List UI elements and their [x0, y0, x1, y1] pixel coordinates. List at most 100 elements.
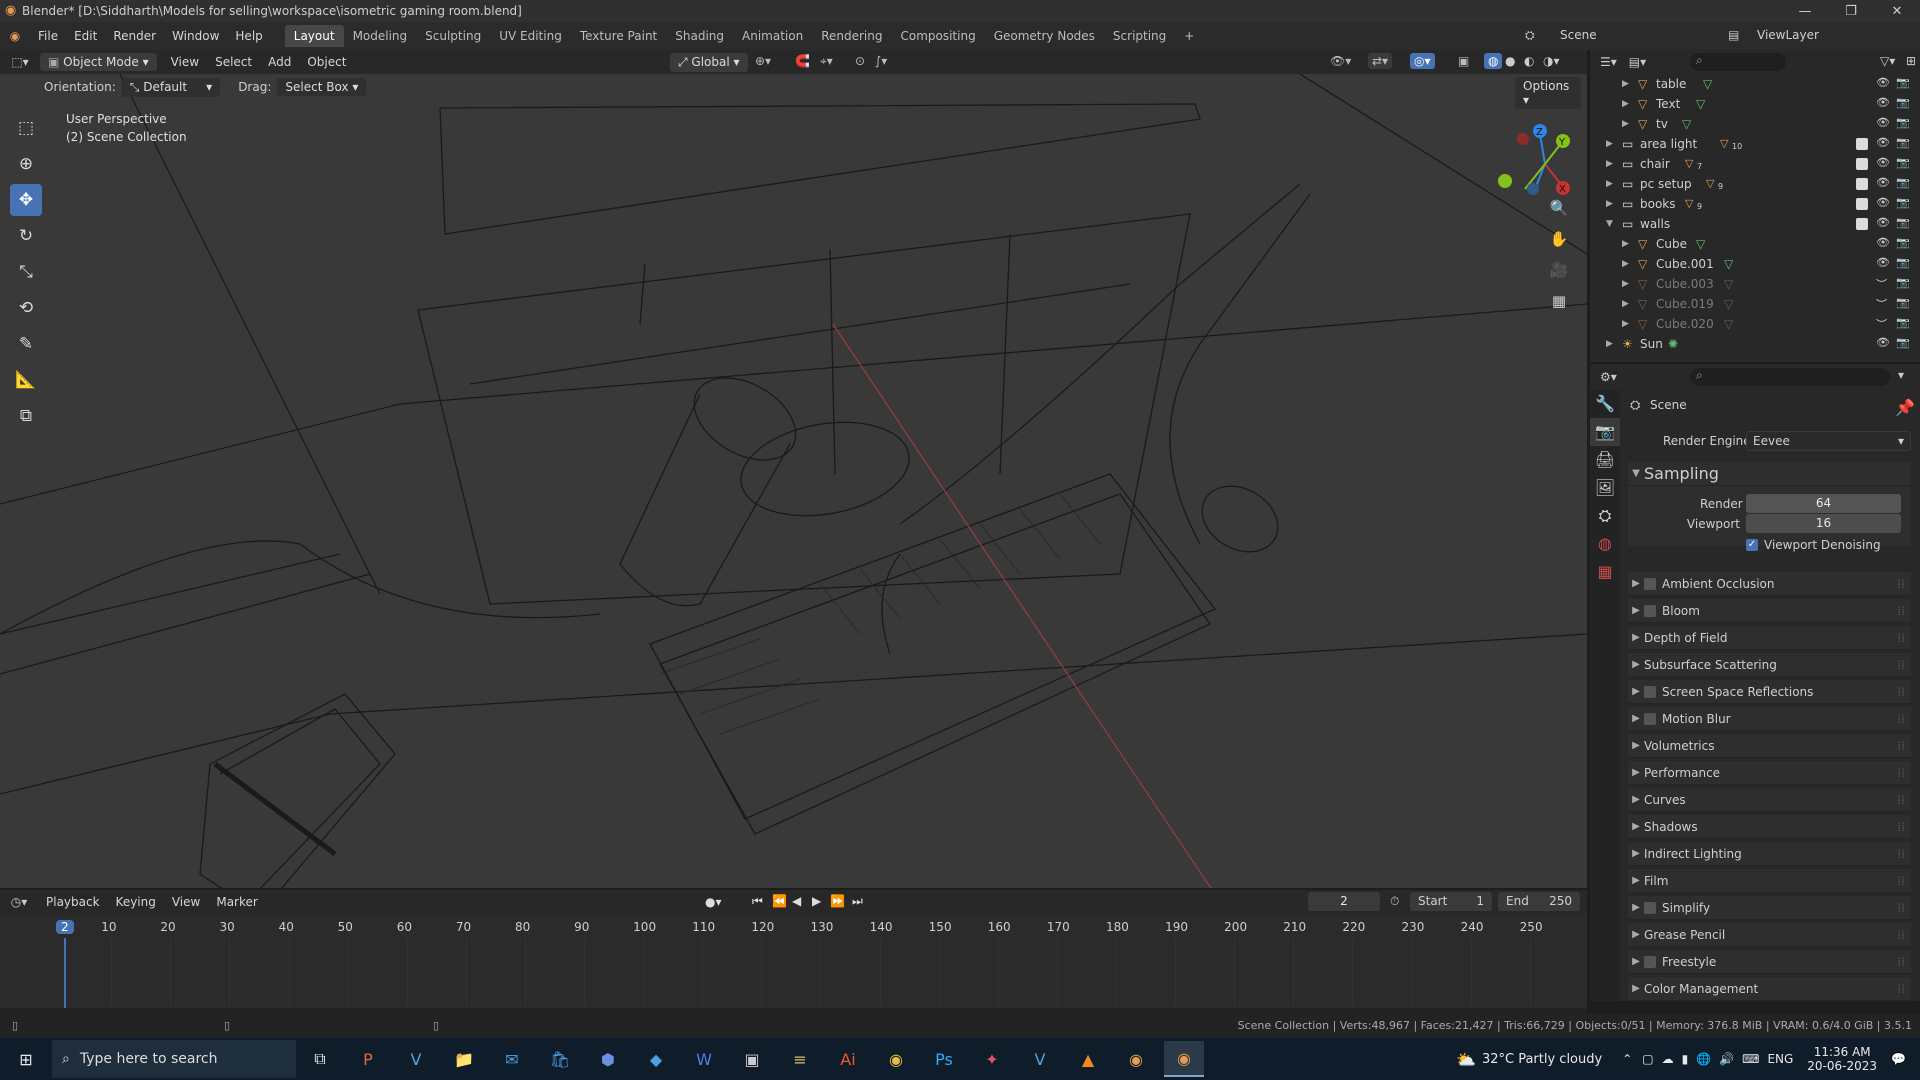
menu-select[interactable]: Select [207, 55, 260, 69]
transform-tool-icon[interactable]: ⟲ [10, 292, 42, 324]
render-camera-icon[interactable]: 📷 [1896, 296, 1910, 309]
eye-closed-icon[interactable]: ︶ [1876, 276, 1887, 292]
blender-active-taskbar-icon[interactable]: ◉ [1164, 1041, 1204, 1077]
vscode-icon[interactable]: V [1020, 1041, 1060, 1077]
expand-arrow-icon[interactable]: ▶ [1622, 239, 1629, 249]
tray-app-icon[interactable]: ▢ [1642, 1052, 1653, 1066]
wireframe-shading-icon[interactable]: ◍ [1484, 53, 1503, 69]
onedrive-icon[interactable]: ☁ [1662, 1052, 1674, 1066]
camera-view-icon[interactable]: 🎥 [1546, 257, 1572, 283]
tab-uv-editing[interactable]: UV Editing [490, 25, 571, 47]
proportional-edit-icon[interactable]: ⊙ [855, 54, 865, 68]
outliner-row[interactable]: ▶ ▽ Cube.001 ▽ 👁 📷 [1590, 254, 1920, 274]
section-checkbox[interactable] [1644, 955, 1656, 968]
menu-render[interactable]: Render [105, 29, 164, 43]
drag-handle-icon[interactable]: ⁞⁞ [1897, 712, 1905, 726]
mail-icon[interactable]: ✉ [492, 1041, 532, 1077]
scene-tab-icon[interactable]: ⛭ [1590, 502, 1620, 530]
tray-chevron-icon[interactable]: ⌃ [1622, 1052, 1632, 1066]
outliner-row[interactable]: ▶ ▭ chair ▽ 7 👁 📷 [1590, 154, 1920, 174]
move-tool-icon[interactable]: ✥ [10, 184, 42, 216]
azure-icon[interactable]: ◆ [636, 1041, 676, 1077]
chrome-icon[interactable]: ◉ [876, 1041, 916, 1077]
weather-text[interactable]: 32°C Partly cloudy [1482, 1052, 1602, 1067]
blender-taskbar-icon[interactable]: ◉ [1116, 1041, 1156, 1077]
drag-handle-icon[interactable]: ⁞⁞ [1897, 874, 1905, 888]
drag-handle-icon[interactable]: ⁞⁞ [1897, 604, 1905, 618]
outliner-row[interactable]: ▶ ▭ pc setup ▽ 9 👁 📷 [1590, 174, 1920, 194]
eye-icon[interactable]: 👁 [1876, 116, 1890, 129]
section-bloom[interactable]: ▶ Bloom ⁞⁞ [1628, 599, 1911, 623]
exclude-checkbox[interactable] [1856, 218, 1868, 230]
section-color-management[interactable]: ▶ Color Management ⁞⁞ [1628, 977, 1911, 1001]
zoom-icon[interactable]: 🔍 [1546, 195, 1572, 221]
drag-handle-icon[interactable]: ⁞⁞ [1897, 982, 1905, 996]
jump-end-icon[interactable]: ⏭ [852, 894, 863, 909]
section-subsurface-scattering[interactable]: ▶ Subsurface Scattering ⁞⁞ [1628, 653, 1911, 677]
drag-handle-icon[interactable]: ⁞⁞ [1897, 847, 1905, 861]
battery-icon[interactable]: ▮ [1682, 1052, 1689, 1066]
drag-handle-icon[interactable]: ⁞⁞ [1897, 685, 1905, 699]
exclude-checkbox[interactable] [1856, 178, 1868, 190]
mode-selector[interactable]: ▣ Object Mode ▾ [40, 53, 157, 71]
filter-icon[interactable]: ▽▾ [1880, 54, 1895, 68]
exclude-checkbox[interactable] [1856, 158, 1868, 170]
tab-rendering[interactable]: Rendering [812, 25, 891, 47]
network-icon[interactable]: 🌐 [1696, 1052, 1711, 1066]
add-workspace-button[interactable]: + [1175, 25, 1203, 47]
grid-ortho-icon[interactable]: ▦ [1546, 288, 1572, 314]
section-sampling[interactable]: ▼ Sampling [1628, 462, 1911, 486]
drag-handle-icon[interactable]: ⁞⁞ [1897, 739, 1905, 753]
outliner-row[interactable]: ▶ ▭ books ▽ 9 👁 📷 [1590, 194, 1920, 214]
xray-icon[interactable]: ▣ [1458, 54, 1469, 68]
eye-icon[interactable]: 👁 [1876, 76, 1890, 89]
snap-icon[interactable]: 🧲 [795, 54, 810, 68]
falloff-icon[interactable]: ∫▾ [875, 54, 887, 68]
maximize-button[interactable]: ❐ [1828, 4, 1874, 19]
jump-start-icon[interactable]: ⏮ [752, 894, 769, 909]
tab-animation[interactable]: Animation [733, 25, 812, 47]
vlc-icon[interactable]: ▲ [1068, 1041, 1108, 1077]
expand-arrow-icon[interactable]: ▶ [1622, 119, 1629, 129]
section-shadows[interactable]: ▶ Shadows ⁞⁞ [1628, 815, 1911, 839]
illustrator-icon[interactable]: Ai [828, 1041, 868, 1077]
play-icon[interactable]: ▶ [812, 894, 821, 908]
menu-window[interactable]: Window [164, 29, 227, 43]
gizmo-toggle-icon[interactable]: ⇄▾ [1368, 53, 1393, 69]
toolbox-icon[interactable]: ✦ [972, 1041, 1012, 1077]
outliner-row[interactable]: ▶ ▭ area light ▽ 10 👁 📷 [1590, 134, 1920, 154]
solid-shading-icon[interactable]: ● [1505, 54, 1515, 68]
world-tab-icon[interactable]: ◍ [1590, 530, 1620, 558]
photos-icon[interactable]: ▣ [732, 1041, 772, 1077]
menu-timeline-view[interactable]: View [164, 895, 208, 909]
tool-tab-icon[interactable]: 🔧 [1590, 390, 1620, 418]
drag-handle-icon[interactable]: ⁞⁞ [1897, 658, 1905, 672]
menu-add[interactable]: Add [260, 55, 299, 69]
eye-icon[interactable]: 👁 [1876, 256, 1890, 269]
tab-geometry-nodes[interactable]: Geometry Nodes [985, 25, 1104, 47]
task-view-icon[interactable]: ⧉ [300, 1041, 340, 1077]
render-camera-icon[interactable]: 📷 [1896, 176, 1910, 189]
render-camera-icon[interactable]: 📷 [1896, 236, 1910, 249]
eye-closed-icon[interactable]: ︶ [1876, 296, 1887, 312]
render-camera-icon[interactable]: 📷 [1896, 76, 1910, 89]
timeline-editor-icon[interactable]: ◷▾ [0, 895, 38, 909]
tab-sculpting[interactable]: Sculpting [416, 25, 490, 47]
section-checkbox[interactable] [1644, 685, 1656, 698]
section-simplify[interactable]: ▶ Simplify ⁞⁞ [1628, 896, 1911, 920]
expand-arrow-icon[interactable]: ▶ [1622, 299, 1629, 309]
preview-range-icon[interactable]: ⏱ [1390, 894, 1399, 909]
drag-handle-icon[interactable]: ⁞⁞ [1897, 793, 1905, 807]
tab-scripting[interactable]: Scripting [1104, 25, 1175, 47]
minimize-button[interactable]: — [1782, 4, 1828, 19]
section-screen-space-reflections[interactable]: ▶ Screen Space Reflections ⁞⁞ [1628, 680, 1911, 704]
tab-modeling[interactable]: Modeling [344, 25, 417, 47]
exclude-checkbox[interactable] [1856, 198, 1868, 210]
render-camera-icon[interactable]: 📷 [1896, 116, 1910, 129]
app-icon[interactable]: ⬢ [588, 1041, 628, 1077]
clock[interactable]: 11:36 AM 20-06-2023 [1807, 1045, 1877, 1073]
expand-arrow-icon[interactable]: ▶ [1606, 139, 1613, 149]
outliner-row[interactable]: ▶ ☀ Sun ✺ 👁 📷 [1590, 334, 1920, 354]
exclude-checkbox[interactable] [1856, 138, 1868, 150]
expand-arrow-icon[interactable]: ▶ [1622, 79, 1629, 89]
